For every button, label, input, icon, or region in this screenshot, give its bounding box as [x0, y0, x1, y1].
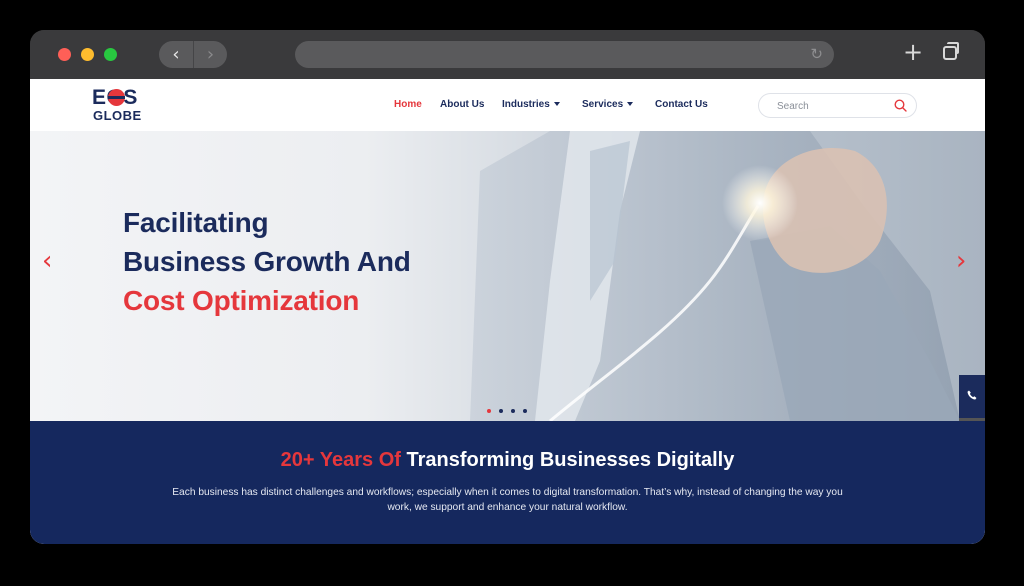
hero-heading-line-3: Cost Optimization [123, 285, 360, 316]
intro-band: 20+ Years Of Transforming Businesses Dig… [30, 421, 985, 544]
prev-slide-chevron-icon[interactable]: ‹ [42, 247, 52, 275]
browser-toolbar: ‹ › ↻ + [30, 30, 985, 79]
nav-home[interactable]: Home [394, 99, 422, 110]
logo-globe-icon [108, 89, 125, 106]
logo-subtext: GLOBE [93, 108, 142, 123]
side-call-button[interactable] [959, 375, 985, 418]
intro-paragraph: Each business has distinct challenges an… [172, 487, 843, 513]
search-input[interactable] [777, 99, 887, 113]
slide-dot[interactable] [499, 409, 503, 413]
tab-overview-icon[interactable] [943, 42, 959, 60]
hero-heading-line-1: Facilitating [123, 207, 269, 238]
intro-heading-highlight: 20+ Years Of [280, 449, 401, 471]
site-logo[interactable]: EOS GLOBE [92, 86, 152, 126]
web-page: EOS GLOBE Home About Us Industries Servi… [30, 79, 985, 544]
hero-slider: Facilitating Business Growth And Cost Op… [30, 131, 985, 421]
browser-window: ‹ › ↻ + EOS GLOBE Home About Us Industri… [30, 30, 985, 544]
forward-arrow-icon[interactable]: › [193, 41, 227, 68]
nav-services[interactable]: Services [582, 99, 634, 110]
close-window-button[interactable] [58, 48, 71, 61]
intro-heading-rest: Transforming Businesses Digitally [406, 449, 735, 471]
search-box [758, 93, 917, 118]
chevron-down-icon [627, 102, 634, 107]
site-header: EOS GLOBE Home About Us Industries Servi… [30, 79, 985, 131]
maximize-window-button[interactable] [104, 48, 117, 61]
new-tab-icon[interactable]: + [903, 38, 923, 66]
reload-icon[interactable]: ↻ [810, 45, 823, 63]
nav-services-label: Services [582, 99, 624, 110]
search-icon[interactable] [894, 99, 907, 112]
slide-dot[interactable] [487, 409, 491, 413]
hero-heading: Facilitating Business Growth And Cost Op… [123, 203, 411, 320]
chevron-down-icon [553, 102, 560, 107]
nav-contact-us[interactable]: Contact Us [655, 99, 708, 110]
nav-industries[interactable]: Industries [502, 99, 560, 110]
next-slide-chevron-icon[interactable]: › [956, 247, 966, 275]
minimize-window-button[interactable] [81, 48, 94, 61]
hero-heading-line-2: Business Growth And [123, 246, 411, 277]
back-arrow-icon[interactable]: ‹ [159, 41, 193, 68]
slide-dot[interactable] [511, 409, 515, 413]
intro-heading: 20+ Years Of Transforming Businesses Dig… [30, 449, 985, 472]
slide-dot[interactable] [523, 409, 527, 413]
slider-pagination [487, 409, 535, 415]
nav-about-us[interactable]: About Us [440, 99, 484, 110]
history-nav: ‹ › [159, 41, 227, 68]
nav-industries-label: Industries [502, 99, 550, 110]
phone-icon [967, 390, 977, 400]
address-bar[interactable]: ↻ [295, 41, 834, 68]
